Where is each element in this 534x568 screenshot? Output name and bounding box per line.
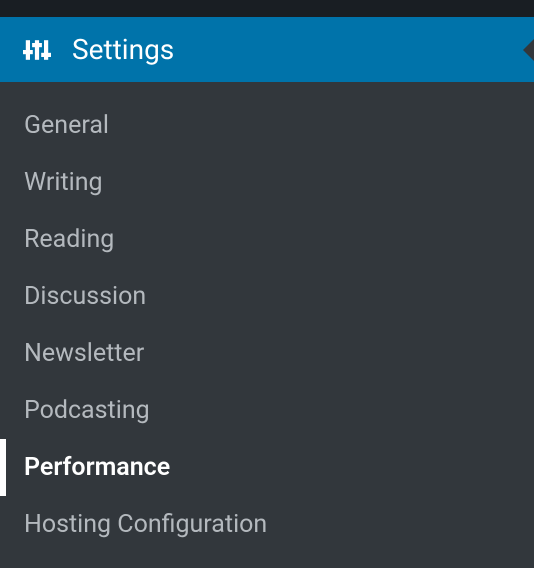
settings-submenu: General Writing Reading Discussion Newsl… — [0, 82, 534, 568]
submenu-item-label: Newsletter — [24, 339, 144, 368]
submenu-item-label: Writing — [24, 168, 103, 197]
menu-header-settings[interactable]: Settings — [0, 17, 534, 82]
submenu-item-discussion[interactable]: Discussion — [0, 268, 534, 325]
menu-header-label: Settings — [72, 33, 174, 66]
submenu-item-reading[interactable]: Reading — [0, 211, 534, 268]
submenu-item-label: Reading — [24, 225, 114, 254]
submenu-item-newsletter[interactable]: Newsletter — [0, 325, 534, 382]
submenu-item-writing[interactable]: Writing — [0, 154, 534, 211]
submenu-item-label: Hosting Configuration — [24, 510, 267, 539]
submenu-item-general[interactable]: General — [0, 97, 534, 154]
submenu-item-performance[interactable]: Performance — [0, 439, 534, 496]
top-bar — [0, 0, 534, 17]
submenu-item-podcasting[interactable]: Podcasting — [0, 382, 534, 439]
submenu-item-hosting-configuration[interactable]: Hosting Configuration — [0, 496, 534, 553]
submenu-item-label: Podcasting — [24, 396, 150, 425]
active-menu-arrow — [523, 38, 534, 62]
sliders-icon — [22, 35, 52, 65]
submenu-item-label: General — [24, 111, 109, 140]
submenu-item-label: Discussion — [24, 282, 146, 311]
submenu-item-label: Performance — [24, 453, 170, 482]
